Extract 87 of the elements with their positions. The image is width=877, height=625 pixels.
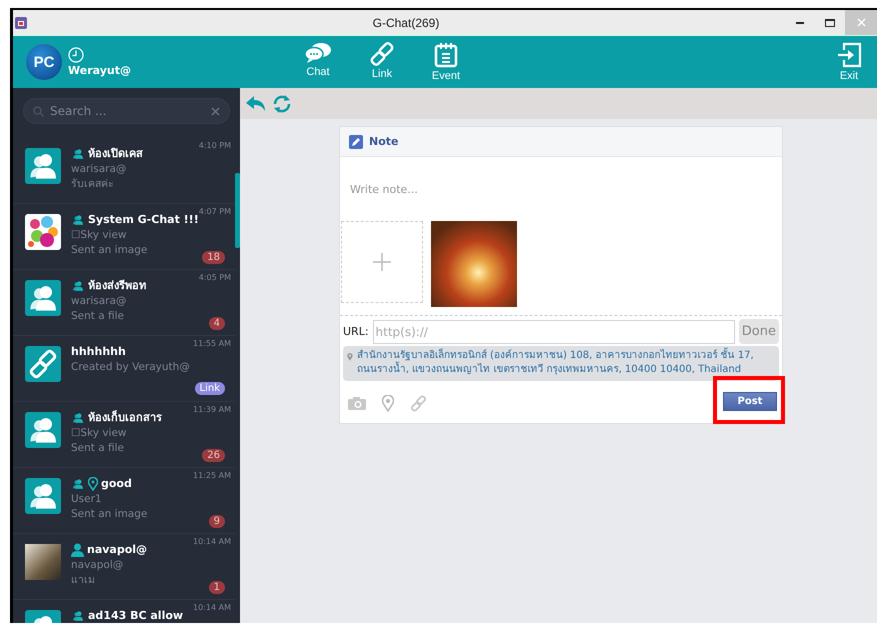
close-icon <box>856 18 866 27</box>
chat-sender: Created by Verayuth@ <box>71 360 190 375</box>
last-message: Sent a file <box>71 441 124 456</box>
group-avatar-icon <box>25 280 61 316</box>
chat-time: 10:14 AM <box>193 603 231 612</box>
chat-time: 4:10 PM <box>198 141 231 150</box>
search-field[interactable]: Search ... <box>23 98 230 124</box>
chat-item[interactable]: System G-Chat !!! ☐Sky view Sent an image 4:07 PM 18 <box>13 204 235 270</box>
url-label: URL: <box>343 325 369 338</box>
chain-link-icon[interactable] <box>410 394 427 412</box>
chat-time: 4:07 PM <box>198 207 231 216</box>
speech-bubbles-icon <box>304 42 332 64</box>
chat-sender: User1 <box>71 492 102 507</box>
clear-icon[interactable] <box>211 106 220 116</box>
person-icon <box>71 543 84 557</box>
chat-name: hhhhhhh <box>71 344 126 360</box>
clock-icon <box>68 47 84 63</box>
plus-icon <box>373 253 391 271</box>
chat-sender: ☐Sky view <box>71 228 127 243</box>
last-message: Sent a file <box>71 309 124 324</box>
group-avatar-icon <box>25 478 61 514</box>
last-message: แาเม <box>71 573 95 588</box>
chat-item[interactable]: ห้องเก็บเอกสาร ☐Sky view Sent a file 11:39 AM 26 <box>13 402 235 468</box>
camera-icon[interactable] <box>348 396 366 410</box>
chat-item[interactable]: navapol@ navapol@ แาเม 10:14 AM 1 <box>13 534 235 600</box>
chat-item[interactable]: hhhhhhh Created by Verayuth@ 11:55 AM Link <box>13 336 235 402</box>
last-message: รับเคสค่ะ <box>71 177 114 192</box>
colorful-bubbles-avatar <box>25 214 61 250</box>
refresh-icon[interactable] <box>272 94 292 114</box>
user-avatar: PC <box>26 44 62 80</box>
url-field[interactable]: http(s):// <box>372 320 735 344</box>
group-icon <box>71 213 85 227</box>
location-pin-icon[interactable] <box>382 394 394 412</box>
chat-time: 11:25 AM <box>193 471 231 480</box>
last-message: Sent an image <box>71 243 148 258</box>
scrollbar-thumb[interactable] <box>235 173 240 248</box>
chat-name: System G-Chat !!! <box>88 212 199 228</box>
search-icon <box>33 106 44 116</box>
back-arrow-icon[interactable] <box>246 96 266 112</box>
window-title: G-Chat(269) <box>372 16 440 30</box>
note-title: Note <box>369 135 398 148</box>
group-icon <box>71 279 85 293</box>
chat-name: navapol@ <box>87 542 148 558</box>
user-name: Werayut@ <box>68 64 131 77</box>
unread-count: 4 <box>208 317 225 330</box>
calendar-icon <box>433 42 459 68</box>
photo-placeholder <box>25 544 61 580</box>
exit-icon <box>836 42 862 68</box>
chat-sender: ☐Sky view <box>71 426 127 441</box>
chat-sender: warisara@ <box>71 162 126 177</box>
group-avatar-icon <box>25 412 61 448</box>
group-icon <box>71 609 85 623</box>
chat-time: 11:39 AM <box>193 405 231 414</box>
group-avatar-icon <box>25 148 61 184</box>
chat-name: ad143 BC allow <box>88 608 184 623</box>
chat-sender: navapol@ <box>71 558 124 573</box>
group-icon <box>71 477 85 491</box>
chat-name: ห้องส่งรีพอท <box>88 278 146 294</box>
type-tag: Link <box>194 382 225 395</box>
post-button[interactable]: Post <box>723 392 777 411</box>
minimize-icon <box>796 22 804 24</box>
chat-item[interactable]: ห้องเปิดเคส warisara@ รับเคสค่ะ 4:10 PM <box>13 138 235 204</box>
chat-sender: warisara@ <box>71 294 126 309</box>
chat-time: 4:05 PM <box>198 273 231 282</box>
chat-time: 10:14 AM <box>193 537 231 546</box>
chat-item[interactable]: ห้องส่งรีพอท warisara@ Sent a file 4:05 PM 4 <box>13 270 235 336</box>
unread-count: 9 <box>208 515 225 528</box>
unread-count: 26 <box>202 449 225 462</box>
chain-link-icon <box>369 42 395 66</box>
chat-name: good <box>101 476 132 492</box>
unread-count: 1 <box>208 581 225 594</box>
location-address: สำนักงานรัฐบาลอิเล็กทรอนิกส์ (องค์การมหาชน) 108, อาคารบางกอกไทยทาวเวอร์ ชั้น 17, ถนนรางน้ำ, แขวงถนนพญาไท เขตราชเทวี กรุงเทพมหานคร, 10400 10400, Thailand <box>356 349 775 377</box>
app-icon <box>15 16 27 28</box>
pencil-icon <box>349 134 363 148</box>
chat-item[interactable]: ad143 BC allow 10:14 AM <box>13 600 235 623</box>
group-icon <box>71 411 85 425</box>
add-image-button[interactable] <box>341 221 423 303</box>
location-pin-icon <box>88 477 98 491</box>
last-message: Sent an image <box>71 507 148 522</box>
link-avatar-icon <box>25 346 61 382</box>
chat-name: ห้องเปิดเคส <box>88 146 143 162</box>
group-icon <box>71 147 85 161</box>
unread-count: 18 <box>202 251 225 264</box>
chat-item[interactable]: good User1 Sent an image 11:25 AM 9 <box>13 468 235 534</box>
chat-time: 11:55 AM <box>193 339 231 348</box>
chat-name: ห้องเก็บเอกสาร <box>88 410 162 426</box>
maximize-icon <box>825 18 835 26</box>
